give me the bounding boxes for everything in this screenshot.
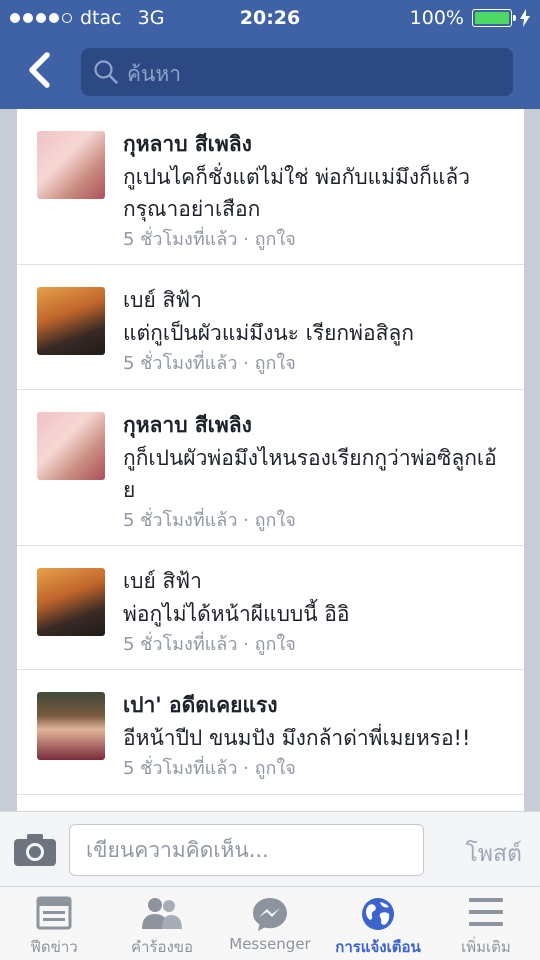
battery-percent: 100% bbox=[409, 7, 464, 29]
navigation-bar: ค้นหา bbox=[0, 36, 540, 109]
comment-list: กุหลาบ สีเพลิง กูเปนไคก็ชั่งแต่ไม่ใช่ พ่… bbox=[17, 109, 524, 811]
like-link[interactable]: ถูกใจ bbox=[255, 353, 296, 374]
tab-label: การแจ้งเตือน bbox=[335, 938, 421, 956]
comment-time: 5 ชั่วโมงที่แล้ว bbox=[123, 353, 238, 374]
comment-text: กูก็เปนผัวพ่อมึงไหนรองเรียกกูว่าพ่อซิลูก… bbox=[123, 445, 497, 502]
comment-input[interactable] bbox=[69, 824, 424, 876]
tab-news-feed[interactable]: ฟีดข่าว bbox=[0, 887, 108, 960]
comment-text: แต่กูเป็นผัวแม่มึงนะ เรียกพ่อสิลูก bbox=[123, 321, 414, 345]
comment-meta: 5 ชั่วโมงที่แล้ว · ถูกใจ bbox=[123, 508, 508, 534]
battery-icon bbox=[472, 9, 516, 27]
comment-item: กุหลาบ สีเพลิง กูก็เปนผัวพ่อมึงไหนรองเรี… bbox=[17, 390, 524, 546]
comment-item: กุหลาบ สีเพลิง กูเปนไคก็ชั่งแต่ไม่ใช่ พ่… bbox=[17, 109, 524, 265]
search-bar[interactable]: ค้นหา bbox=[81, 48, 513, 96]
comment-meta: 5 ชั่วโมงที่แล้ว · ถูกใจ bbox=[123, 351, 508, 377]
commenter-name[interactable]: กุหลาบ สีเพลิง bbox=[123, 410, 508, 440]
commenter-name[interactable]: เบย์ สิฟ้า bbox=[123, 285, 508, 315]
commenter-name[interactable]: กุหลาบ สีเพลิง bbox=[123, 129, 508, 159]
tab-label: ฟีดข่าว bbox=[30, 938, 78, 956]
tab-notifications[interactable]: การแจ้งเตือน bbox=[324, 887, 432, 960]
like-link[interactable]: ถูกใจ bbox=[255, 510, 296, 531]
comment-item: เบย์ สิฟ้า แต่กูเป็นผัวแม่มึงนะ เรียกพ่อ… bbox=[17, 265, 524, 390]
tab-label: เพิ่มเติม bbox=[461, 938, 511, 956]
comment-time: 5 ชั่วโมงที่แล้ว bbox=[123, 509, 238, 531]
search-icon bbox=[94, 60, 118, 84]
tab-label: คำร้องขอ bbox=[130, 938, 194, 956]
globe-icon bbox=[362, 898, 394, 930]
charging-bolt-icon bbox=[520, 9, 530, 27]
messenger-icon bbox=[253, 898, 287, 931]
comment-meta: 5 ชั่วโมงที่แล้ว · ถูกใจ bbox=[123, 227, 508, 253]
status-bar: dtac 3G 20:26 100% bbox=[0, 0, 540, 36]
camera-icon[interactable] bbox=[13, 833, 57, 867]
comment-text: อีหน้าปีป ขนมปัง มึงกล้าด่าพี่เมยหรอ!! bbox=[123, 726, 471, 750]
tab-more[interactable]: เพิ่มเติม bbox=[432, 887, 540, 960]
comment-time: 5 ชั่วโมงที่แล้ว bbox=[123, 633, 238, 655]
back-button[interactable] bbox=[22, 50, 58, 90]
comment-text: พ่อกูไม่ได้หน้าผีแบบนี้ อิอิ bbox=[123, 601, 350, 626]
comment-time: 5 ชั่วโมงที่แล้ว bbox=[123, 229, 238, 250]
like-link[interactable]: ถูกใจ bbox=[255, 758, 296, 779]
avatar[interactable] bbox=[37, 287, 105, 355]
comment-item: เบย์ สิฟ้า พ่อกูไม่ได้หน้าผีแบบนี้ อิอิ … bbox=[17, 546, 524, 670]
search-placeholder: ค้นหา bbox=[127, 62, 182, 86]
status-right: 100% bbox=[410, 7, 530, 29]
meta-separator: · bbox=[243, 633, 249, 655]
meta-separator: · bbox=[243, 509, 249, 531]
avatar[interactable] bbox=[37, 131, 105, 199]
comment-meta: 5 ชั่วโมงที่แล้ว · ถูกใจ bbox=[123, 756, 508, 782]
tab-friend-requests[interactable]: คำร้องขอ bbox=[108, 887, 216, 960]
meta-separator: · bbox=[243, 353, 249, 374]
news-feed-icon bbox=[36, 896, 72, 930]
comment-item: เปา' อดีตเคยแรง อีหน้าปีป ขนมปัง มึงกล้า… bbox=[17, 670, 524, 795]
avatar[interactable] bbox=[37, 567, 105, 636]
comment-composer: โพสต์ bbox=[0, 811, 540, 886]
tab-messenger[interactable]: Messenger bbox=[216, 887, 324, 960]
friend-requests-icon bbox=[142, 898, 182, 929]
like-link[interactable]: ถูกใจ bbox=[255, 229, 296, 250]
avatar[interactable] bbox=[37, 411, 105, 480]
avatar[interactable] bbox=[37, 692, 105, 760]
comment-text: กูเปนไคก็ชั่งแต่ไม่ใช่ พ่อกับแม่มึงก็แล้… bbox=[123, 165, 471, 221]
post-button[interactable]: โพสต์ bbox=[466, 836, 523, 872]
menu-icon bbox=[469, 898, 503, 926]
chevron-left-icon bbox=[29, 52, 50, 88]
comment-meta: 5 ชั่วโมงที่แล้ว · ถูกใจ bbox=[123, 632, 508, 658]
commenter-name[interactable]: เบย์ สิฟ้า bbox=[123, 566, 508, 596]
meta-separator: · bbox=[243, 758, 249, 779]
meta-separator: · bbox=[243, 229, 249, 250]
tab-label: Messenger bbox=[229, 935, 311, 953]
commenter-name[interactable]: เปา' อดีตเคยแรง bbox=[123, 690, 508, 720]
comment-time: 5 ชั่วโมงที่แล้ว bbox=[123, 758, 238, 779]
tab-bar: ฟีดข่าว คำร้องขอ Messenger การแจ้งเตือน bbox=[0, 886, 540, 960]
like-link[interactable]: ถูกใจ bbox=[255, 634, 296, 655]
